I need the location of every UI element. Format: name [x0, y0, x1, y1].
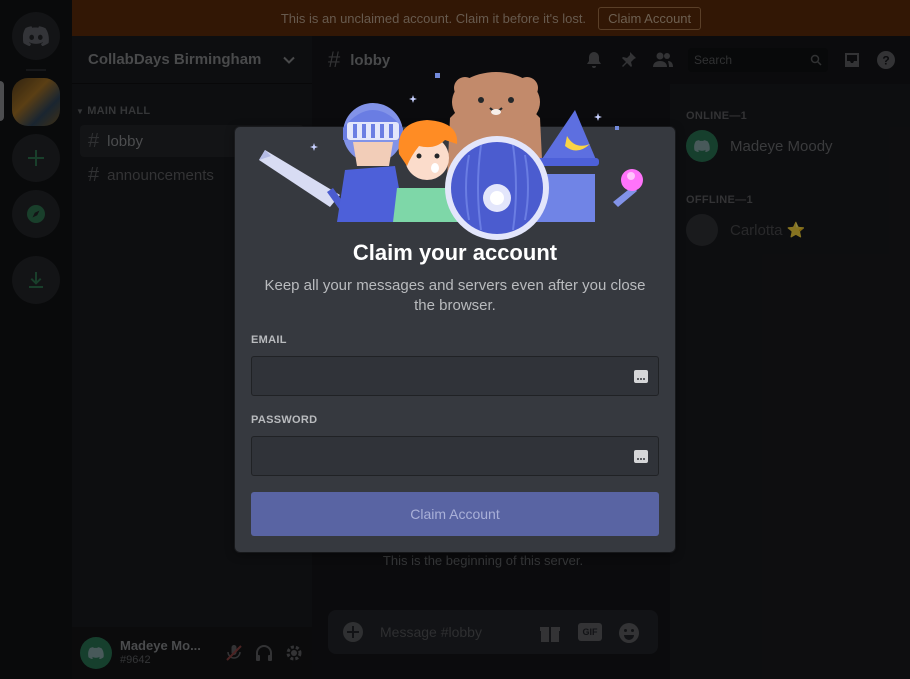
- modal-title: Claim your account: [352, 240, 558, 265]
- email-label: EMAIL: [251, 334, 287, 346]
- password-field-wrapper: [251, 436, 659, 476]
- password-manager-icon[interactable]: [634, 450, 648, 463]
- password-label: PASSWORD: [251, 414, 318, 426]
- password-field[interactable]: [252, 437, 658, 475]
- sparkle-icon: [435, 73, 440, 78]
- claim-account-button[interactable]: Claim Account: [251, 492, 659, 536]
- sparkle-icon: [615, 126, 619, 130]
- claim-account-illustration: [259, 72, 643, 240]
- email-field[interactable]: [252, 357, 658, 395]
- email-field-wrapper: [251, 356, 659, 396]
- magic-wand-icon: [613, 169, 643, 207]
- discord-app: This is an unclaimed account. Claim it b…: [0, 0, 910, 679]
- sword-icon: [259, 150, 353, 220]
- shield-icon: [445, 136, 549, 240]
- password-manager-icon[interactable]: [634, 370, 648, 383]
- knight-character-icon: [337, 103, 405, 222]
- modal-subtitle: Keep all your messages and servers even …: [264, 277, 646, 314]
